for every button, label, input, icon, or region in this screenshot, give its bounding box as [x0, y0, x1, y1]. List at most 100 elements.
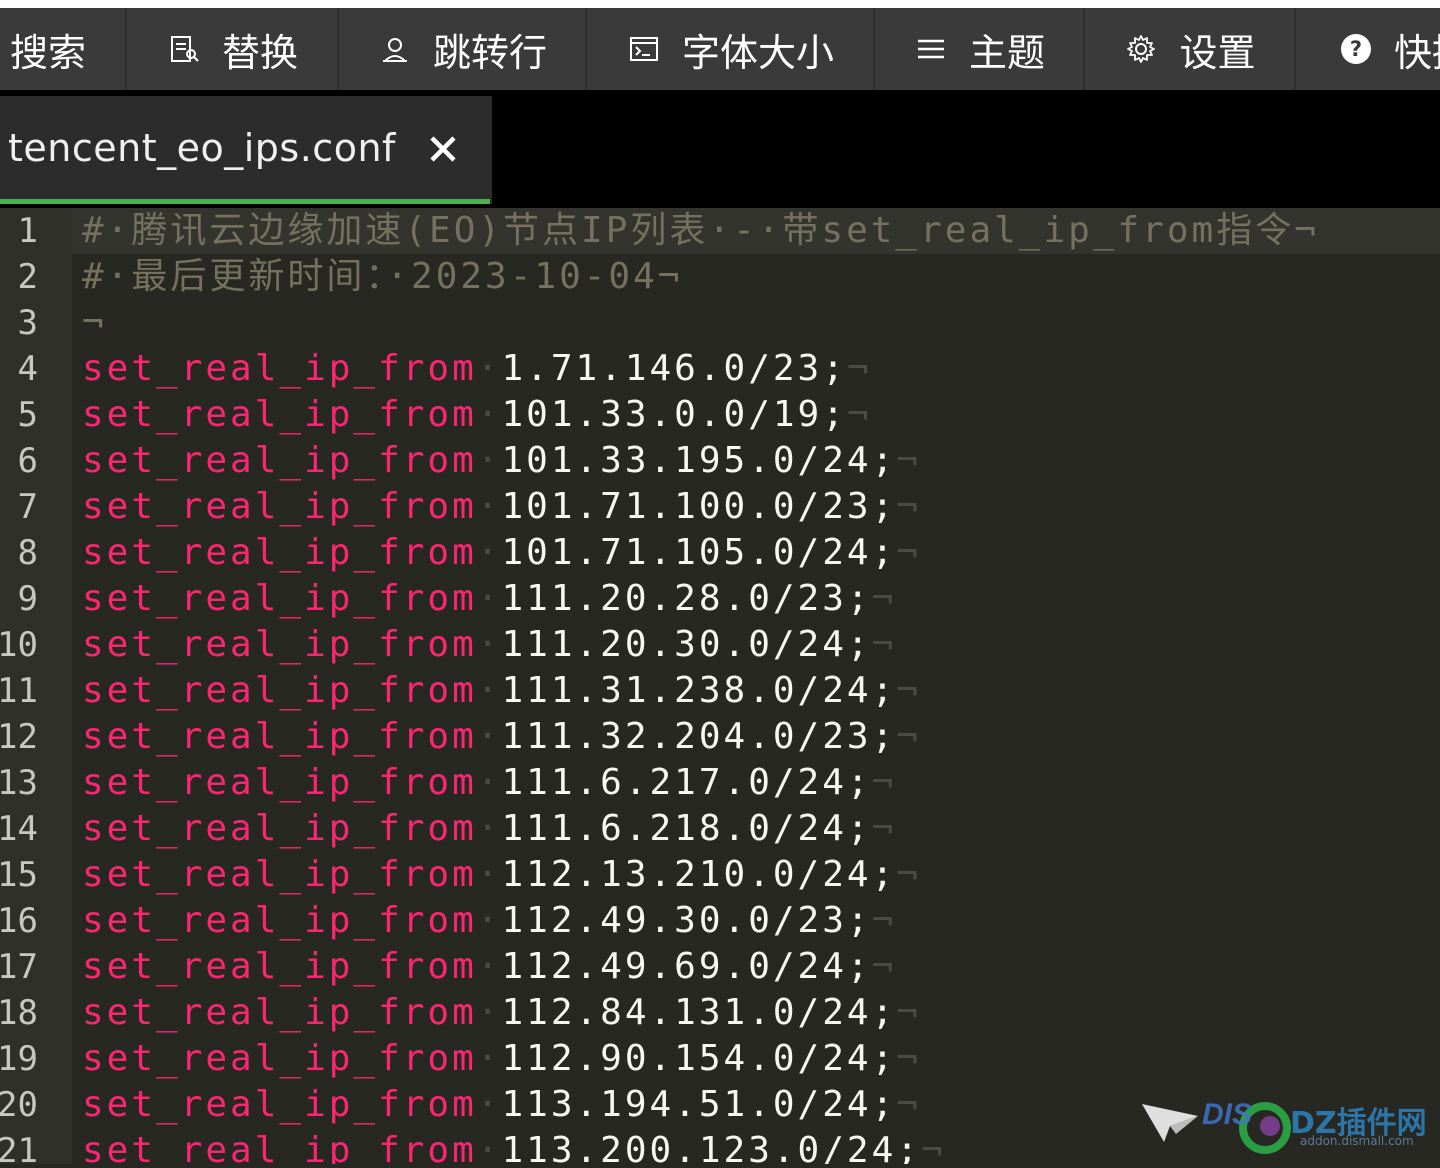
- line-gutter: 13: [0, 760, 72, 806]
- goto-line-button-label: 跳转行: [432, 30, 547, 75]
- whitespace-marker: ·: [476, 394, 502, 435]
- code-line[interactable]: 9 set_real_ip_from·111.20.28.0/23;¬: [0, 576, 1440, 622]
- shortcuts-button[interactable]: ? 快捷: [1296, 8, 1440, 90]
- code-line[interactable]: 4 set_real_ip_from·1.71.146.0/23;¬: [0, 346, 1440, 392]
- line-content: set_real_ip_from·111.6.218.0/24;¬: [82, 806, 896, 852]
- directive-keyword: set_real_ip_from: [82, 1038, 477, 1079]
- line-number: 14: [0, 809, 38, 849]
- code-line[interactable]: 1 #·腾讯云边缘加速(EO)节点IP列表·-·带set_real_ip_from…: [0, 208, 1440, 254]
- replace-button-label: 替换: [221, 30, 298, 75]
- directive-keyword: set_real_ip_from: [82, 578, 477, 619]
- line-content: set_real_ip_from·111.20.30.0/24;¬: [82, 622, 896, 668]
- code-line[interactable]: 16 set_real_ip_from·112.49.30.0/23;¬: [0, 898, 1440, 944]
- line-content: set_real_ip_from·112.49.30.0/23;¬: [82, 898, 896, 944]
- line-content: set_real_ip_from·113.200.123.0/24;¬: [82, 1128, 946, 1164]
- font-size-icon: [626, 31, 662, 67]
- line-gutter: 11: [0, 668, 72, 714]
- ip-range-value: 112.49.69.0/24;: [501, 946, 872, 987]
- ip-range-value: 111.6.217.0/24;: [501, 762, 872, 803]
- line-number: 21: [0, 1131, 38, 1164]
- code-line[interactable]: 10 set_real_ip_from·111.20.30.0/24;¬: [0, 622, 1440, 668]
- line-content: #·最后更新时间：·2023-10-04¬: [82, 254, 682, 300]
- theme-button[interactable]: 主题: [875, 8, 1085, 90]
- close-icon[interactable]: [424, 130, 464, 170]
- code-line[interactable]: 12 set_real_ip_from·111.32.204.0/23;¬: [0, 714, 1440, 760]
- line-gutter: 17: [0, 944, 72, 990]
- code-line[interactable]: 8 set_real_ip_from·101.71.105.0/24;¬: [0, 530, 1440, 576]
- eol-marker: ¬: [896, 1084, 921, 1125]
- line-content: set_real_ip_from·101.33.0.0/19;¬: [82, 392, 872, 438]
- directive-keyword: set_real_ip_from: [82, 808, 477, 849]
- line-gutter: 12: [0, 714, 72, 760]
- search-button[interactable]: 搜索: [0, 8, 127, 90]
- active-tab-indicator: [0, 199, 490, 204]
- eol-marker: ¬: [896, 486, 921, 527]
- line-number: 15: [0, 855, 38, 895]
- ip-range-value: 112.13.210.0/24;: [501, 854, 897, 895]
- line-gutter: 1: [0, 208, 72, 254]
- code-line[interactable]: 19 set_real_ip_from·112.90.154.0/24;¬: [0, 1036, 1440, 1082]
- line-content: ¬: [82, 300, 107, 346]
- line-number: 7: [17, 487, 38, 527]
- ip-range-value: 112.49.30.0/23;: [501, 900, 872, 941]
- eol-marker: ¬: [896, 532, 921, 573]
- eol-marker: ¬: [871, 624, 897, 665]
- ip-range-value: 101.33.0.0/19;: [501, 394, 847, 435]
- line-content: set_real_ip_from·111.31.238.0/24;¬: [82, 668, 921, 714]
- line-number: 3: [17, 303, 38, 343]
- editor-toolbar: 搜索 替换 跳转行 字体大小 主题 设置 ? 快捷: [0, 8, 1440, 90]
- line-gutter: 4: [0, 346, 72, 392]
- comment-text: #·最后更新时间：·2023-10-04¬: [82, 256, 683, 297]
- line-number: 10: [0, 625, 38, 665]
- eol-marker: ¬: [896, 854, 921, 895]
- ip-range-value: 113.194.51.0/24;: [501, 1084, 897, 1125]
- theme-button-label: 主题: [968, 30, 1045, 75]
- code-line[interactable]: 6 set_real_ip_from·101.33.195.0/24;¬: [0, 438, 1440, 484]
- line-gutter: 10: [0, 622, 72, 668]
- settings-button[interactable]: 设置: [1085, 8, 1296, 90]
- line-gutter: 14: [0, 806, 72, 852]
- whitespace-marker: ·: [476, 578, 502, 619]
- line-content: set_real_ip_from·101.71.105.0/24;¬: [82, 530, 921, 576]
- line-gutter: 19: [0, 1036, 72, 1082]
- ip-range-value: 111.20.28.0/23;: [501, 578, 872, 619]
- code-line[interactable]: 18 set_real_ip_from·112.84.131.0/24;¬: [0, 990, 1440, 1036]
- code-line[interactable]: 13 set_real_ip_from·111.6.217.0/24;¬: [0, 760, 1440, 806]
- line-number: 13: [0, 763, 38, 803]
- menu-icon: [913, 31, 949, 67]
- code-line[interactable]: 17 set_real_ip_from·112.49.69.0/24;¬: [0, 944, 1440, 990]
- eol-marker: ¬: [846, 348, 872, 389]
- line-content: set_real_ip_from·112.90.154.0/24;¬: [82, 1036, 921, 1082]
- ip-range-value: 101.71.105.0/24;: [501, 532, 897, 573]
- eol-marker: ¬: [920, 1130, 946, 1164]
- code-line[interactable]: 15 set_real_ip_from·112.13.210.0/24;¬: [0, 852, 1440, 898]
- font-size-button[interactable]: 字体大小: [587, 8, 875, 90]
- code-line[interactable]: 11 set_real_ip_from·111.31.238.0/24;¬: [0, 668, 1440, 714]
- directive-keyword: set_real_ip_from: [82, 854, 477, 895]
- code-line[interactable]: 2 #·最后更新时间：·2023-10-04¬: [0, 254, 1440, 300]
- line-gutter: 8: [0, 530, 72, 576]
- whitespace-marker: ·: [476, 854, 502, 895]
- code-line[interactable]: 14 set_real_ip_from·111.6.218.0/24;¬: [0, 806, 1440, 852]
- directive-keyword: set_real_ip_from: [82, 716, 477, 757]
- line-number: 18: [0, 993, 38, 1033]
- ip-range-value: 101.33.195.0/24;: [501, 440, 897, 481]
- ip-range-value: 101.71.100.0/23;: [501, 486, 897, 527]
- code-line[interactable]: 5 set_real_ip_from·101.33.0.0/19;¬: [0, 392, 1440, 438]
- directive-keyword: set_real_ip_from: [82, 486, 477, 527]
- tab-filename: tencent_eo_ips.conf: [8, 126, 396, 170]
- goto-line-button[interactable]: 跳转行: [339, 8, 587, 90]
- tab-tencent-eo-ips[interactable]: tencent_eo_ips.conf: [0, 96, 492, 204]
- replace-button[interactable]: 替换: [127, 8, 339, 90]
- code-editor[interactable]: 1 #·腾讯云边缘加速(EO)节点IP列表·-·带set_real_ip_from…: [0, 208, 1440, 1164]
- ip-range-value: 111.6.218.0/24;: [501, 808, 872, 849]
- settings-button-label: 设置: [1179, 30, 1256, 75]
- replace-icon: [166, 31, 202, 67]
- code-line[interactable]: 7 set_real_ip_from·101.71.100.0/23;¬: [0, 484, 1440, 530]
- whitespace-marker: ·: [476, 716, 502, 757]
- line-gutter: 20: [0, 1082, 72, 1128]
- whitespace-marker: ·: [476, 486, 502, 527]
- code-line[interactable]: 3 ¬: [0, 300, 1440, 346]
- line-content: set_real_ip_from·1.71.146.0/23;¬: [82, 346, 872, 392]
- ip-range-value: 112.84.131.0/24;: [501, 992, 897, 1033]
